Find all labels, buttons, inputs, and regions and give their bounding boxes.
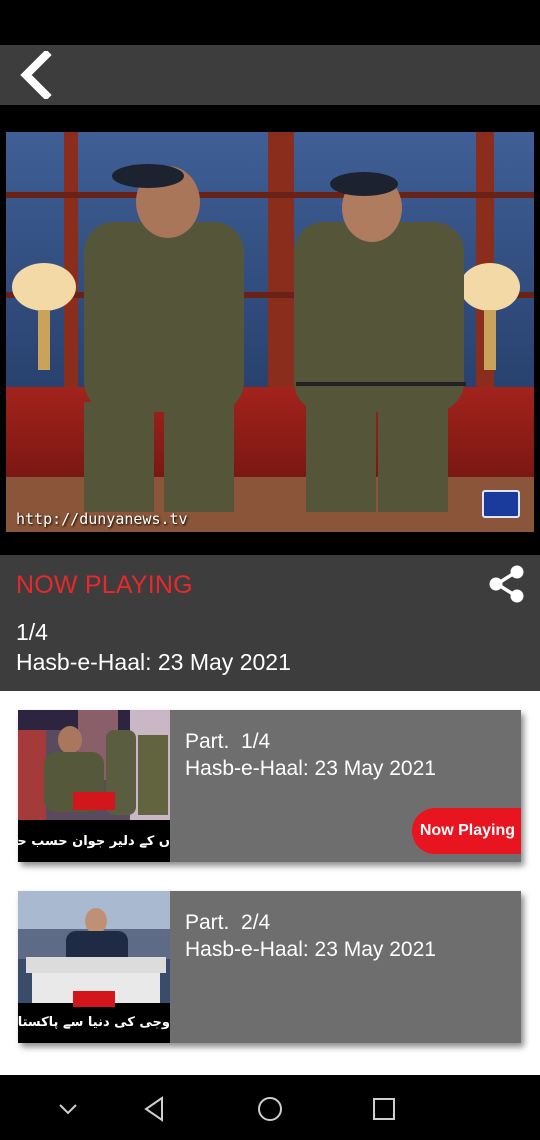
video-frame[interactable]: http://dunyanews.tv	[6, 132, 534, 532]
back-button[interactable]	[10, 49, 62, 101]
playlist: ں کے دلیر جوان حسب حال میں مہ Part. 1/4 …	[0, 691, 540, 1075]
thumbnail-caption: وجی کی دنیا سے پاکستان کیلئے بڑی خوش	[18, 1015, 170, 1030]
video-thumbnail: وجی کی دنیا سے پاکستان کیلئے بڑی خوش	[18, 891, 170, 1043]
share-icon	[489, 565, 524, 603]
share-button[interactable]	[486, 563, 528, 605]
video-player: http://dunyanews.tv	[0, 105, 540, 555]
playlist-item-part: Part. 1/4	[185, 730, 271, 753]
playlist-item-title: Hasb-e-Haal: 23 May 2021	[185, 757, 436, 780]
now-playing-label: NOW PLAYING	[16, 571, 193, 599]
video-still	[6, 132, 534, 532]
back-triangle-icon	[144, 1096, 163, 1122]
playlist-item-title: Hasb-e-Haal: 23 May 2021	[185, 938, 436, 961]
now-playing-part: 1/4	[16, 619, 48, 645]
status-bar	[0, 0, 540, 45]
now-playing-title: Hasb-e-Haal: 23 May 2021	[16, 649, 291, 675]
playlist-item-part: Part. 2/4	[185, 911, 271, 934]
app-bar	[0, 45, 540, 105]
video-thumbnail: ں کے دلیر جوان حسب حال میں مہ	[18, 710, 170, 862]
home-circle-icon	[258, 1097, 282, 1121]
video-watermark: http://dunyanews.tv	[16, 510, 188, 528]
now-playing-badge: Now Playing	[411, 808, 521, 854]
playlist-item[interactable]: ں کے دلیر جوان حسب حال میں مہ Part. 1/4 …	[18, 710, 521, 862]
chevron-left-icon	[20, 51, 52, 99]
nav-back-button[interactable]	[133, 1087, 177, 1131]
channel-logo	[482, 490, 520, 518]
system-nav-bar	[0, 1075, 540, 1140]
nav-home-button[interactable]	[248, 1087, 292, 1131]
playlist-item[interactable]: وجی کی دنیا سے پاکستان کیلئے بڑی خوش Par…	[18, 891, 521, 1043]
now-playing-panel: NOW PLAYING 1/4 Hasb-e-Haal: 23 May 2021	[0, 555, 540, 691]
nav-recents-button[interactable]	[362, 1087, 406, 1131]
thumbnail-caption: ں کے دلیر جوان حسب حال میں مہ	[18, 834, 170, 849]
nav-hide-keyboard-button[interactable]	[46, 1087, 90, 1131]
chevron-down-icon	[59, 1104, 77, 1115]
recents-square-icon	[373, 1098, 395, 1120]
